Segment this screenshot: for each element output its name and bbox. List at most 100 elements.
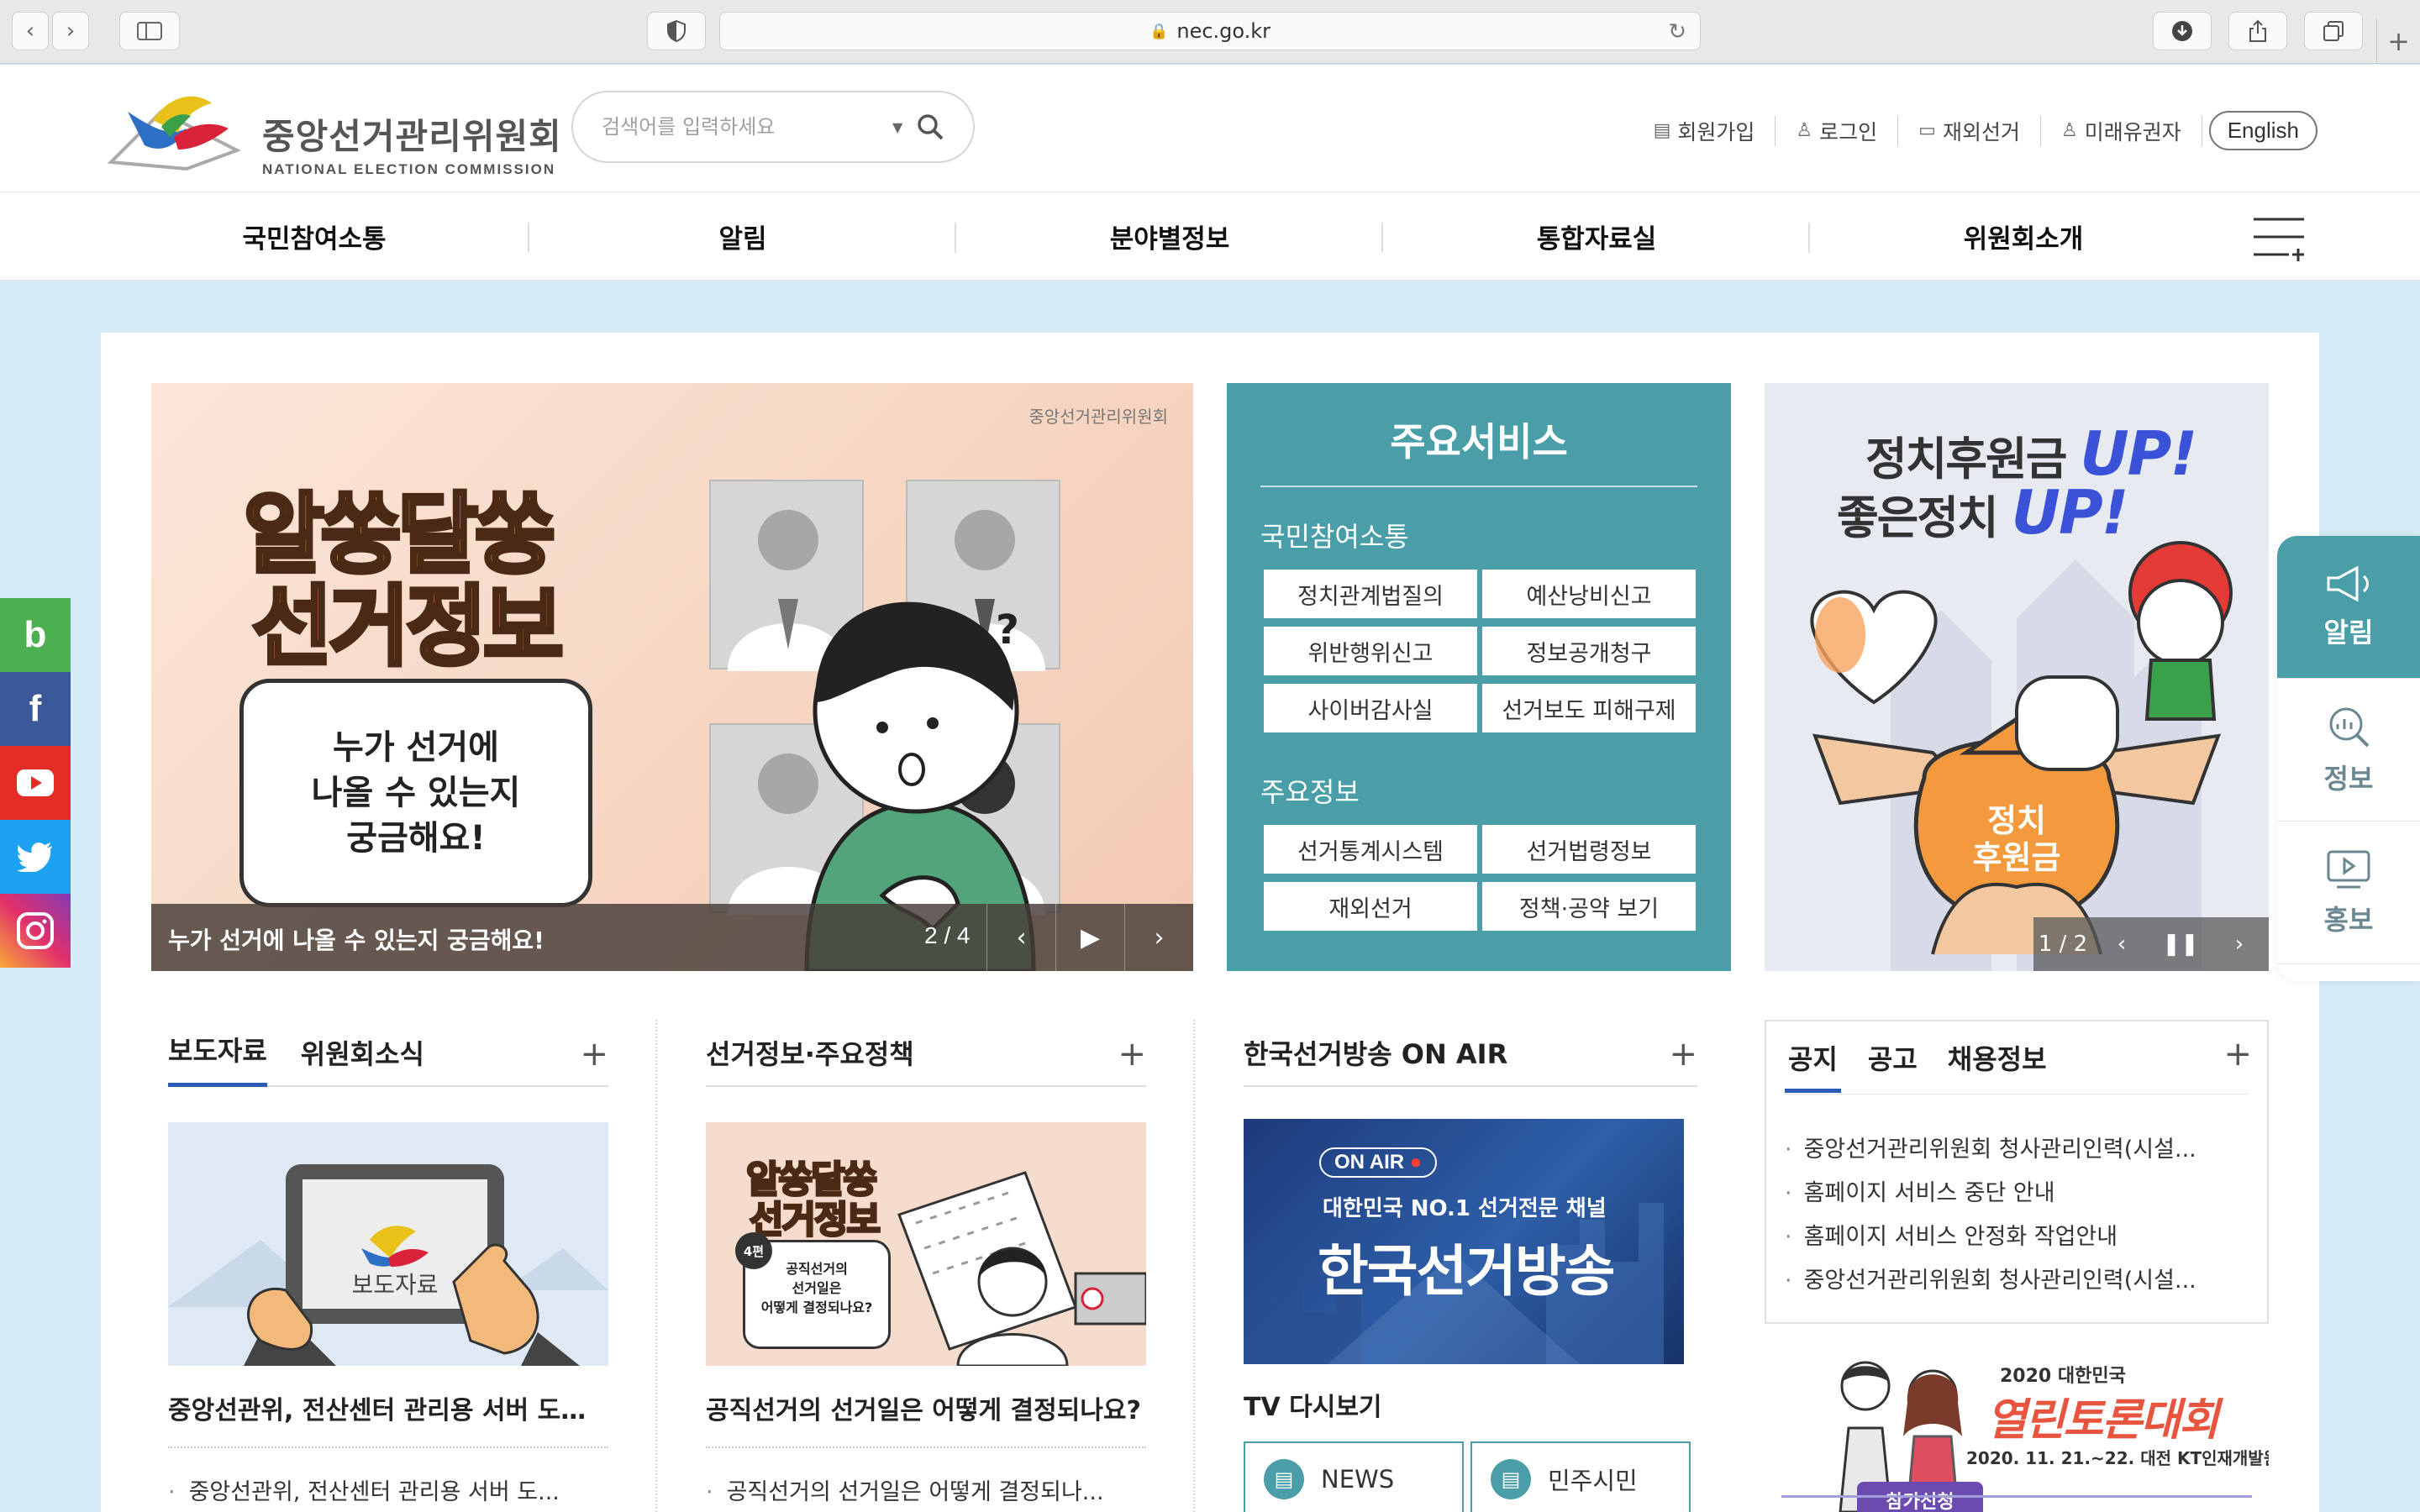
banner-play-button[interactable]: ▶ (1055, 904, 1124, 971)
nec-logo[interactable]: 중앙선거관리위원회 NATIONAL ELECTION COMMISSION (103, 78, 561, 179)
nav-field-info[interactable]: 분야별정보 (956, 192, 1383, 281)
tv-more-button[interactable]: + (1669, 1035, 1697, 1074)
english-button[interactable]: English (2208, 111, 2317, 150)
sidebar-toggle-button[interactable] (119, 12, 180, 50)
login-link[interactable]: ♙ 로그인 (1776, 115, 1899, 146)
notice-item[interactable]: · 홈페이지 서비스 중단 안내 (1785, 1174, 2238, 1207)
nav-notice[interactable]: 알림 (529, 192, 956, 281)
overseas-voting-link[interactable]: ▭ 재외선거 (1898, 115, 2041, 146)
blog-link[interactable]: b (0, 598, 71, 672)
tv-slogan: 대한민국 NO.1 선거전문 채널 (1323, 1196, 1607, 1221)
instagram-link[interactable] (0, 894, 71, 968)
service-statistics-button[interactable]: 선거통계시스템 (1264, 825, 1477, 874)
service-violation-report-button[interactable]: 위반행위신고 (1264, 627, 1477, 675)
join-link[interactable]: ▤ 회원가입 (1634, 115, 1776, 146)
logo-english-text: NATIONAL ELECTION COMMISSION (262, 161, 556, 177)
tab-election-policy[interactable]: 선거정보·주요정책 (706, 1033, 914, 1072)
policy-thumbnail[interactable]: 알쏭달쏭 선거정보 4편 공직선거의 선거일은 어떻게 결정되나요? (706, 1122, 1146, 1366)
board-divider (1193, 1020, 1195, 1512)
bullet: · (706, 1479, 713, 1505)
search-icon[interactable] (916, 113, 944, 141)
press-headline[interactable]: 중앙선관위, 전산센터 관리용 서버 도입... (168, 1389, 608, 1426)
service-pledges-button[interactable]: 정책·공약 보기 (1482, 882, 1696, 931)
nec-emblem-icon (107, 96, 241, 171)
tab-recruitment[interactable]: 채용정보 (1944, 1038, 2050, 1093)
full-menu-icon[interactable] (2252, 214, 2306, 263)
notice-item[interactable]: · 홈페이지 서비스 안정화 작업안내 (1785, 1218, 2238, 1251)
quick-info-button[interactable]: 정보 (2277, 679, 2420, 822)
youtube-link[interactable] (0, 746, 71, 820)
policy-list-item[interactable]: · 공직선거의 선거일은 어떻게 결정되나... (706, 1473, 1146, 1506)
political-fund-banner[interactable]: 정치후원금 UP! 좋은정치 UP! 정치 후원금 1 / 2 ‹ ❚❚ › (1765, 383, 2269, 971)
instagram-icon (17, 912, 54, 949)
privacy-shield-button[interactable] (647, 12, 706, 50)
tv-citizen-button[interactable]: ▤ 민주시민 (1470, 1441, 1691, 1512)
twitter-link[interactable] (0, 820, 71, 894)
services-group-main-info: 주요정보 (1260, 776, 1360, 808)
notice-item[interactable]: · 중앙선거관리위원회 청사관리인력(시설... (1785, 1262, 2238, 1294)
tabs-icon (2323, 21, 2344, 41)
tv-thumbnail[interactable]: ON AIR ● 대한민국 NO.1 선거전문 채널 한국선거방송 (1244, 1119, 1684, 1364)
quick-notice-button[interactable]: 알림 (2277, 536, 2420, 679)
press-more-button[interactable]: + (580, 1035, 608, 1074)
banner-next-button[interactable]: › (1124, 904, 1193, 971)
tab-commission-news[interactable]: 위원회소식 (301, 1033, 424, 1072)
forward-button[interactable]: › (52, 12, 89, 50)
site-header: 중앙선거관리위원회 NATIONAL ELECTION COMMISSION ▼… (0, 65, 2420, 192)
fund-banner-prev-button[interactable]: ‹ (2092, 932, 2151, 957)
bullet: · (1785, 1224, 1792, 1250)
banner-caption[interactable]: 누가 선거에 나올 수 있는지 궁금해요! (168, 922, 544, 956)
tab-tv-onair[interactable]: 한국선거방송 ON AIR (1244, 1033, 1507, 1072)
event-date: 2020. 11. 21.~22. 대전 KT인재개발원 (1966, 1448, 2269, 1468)
fund-banner-pause-button[interactable]: ❚❚ (2151, 932, 2210, 957)
debate-contest-banner[interactable]: 2020 대한민국 열린토론대회 2020. 11. 21.~22. 대전 KT… (1765, 1344, 2269, 1512)
citizen-doc-icon: ▤ (1491, 1459, 1531, 1499)
press-list-item[interactable]: · 중앙선관위, 전산센터 관리용 서버 도... (168, 1473, 608, 1506)
magnifier-chart-icon (2329, 707, 2370, 747)
tab-press-release[interactable]: 보도자료 (168, 1019, 267, 1087)
press-list-item-text: 중앙선관위, 전산센터 관리용 서버 도... (188, 1479, 560, 1505)
tab-notice[interactable]: 공지 (1785, 1038, 1841, 1093)
service-cyber-audit-button[interactable]: 사이버감사실 (1264, 684, 1477, 732)
future-voter-link[interactable]: ♙ 미래유권자 (2041, 115, 2202, 146)
fund-banner-page-indicator: 1 / 2 (2038, 932, 2088, 957)
nav-archive[interactable]: 통합자료실 (1383, 192, 1810, 281)
main-banner[interactable]: 중앙선거관리위원회 ? 알쏭달쏭 선거정보 누가 선거에 나올 수 있는지 궁금… (151, 383, 1193, 971)
back-button[interactable]: ‹ (12, 12, 49, 50)
tab-announcement[interactable]: 공고 (1865, 1038, 1921, 1093)
search-box[interactable]: ▼ (571, 91, 975, 163)
press-board-tabs: 보도자료 위원회소식 + (168, 1020, 608, 1087)
share-button[interactable] (2228, 12, 2287, 50)
press-thumbnail[interactable]: 보도자료 (168, 1122, 608, 1366)
service-law-info-button[interactable]: 선거법령정보 (1482, 825, 1696, 874)
policy-more-button[interactable]: + (1118, 1035, 1146, 1074)
quick-promo-button[interactable]: 홍보 (2277, 822, 2420, 964)
address-bar[interactable]: 🔒 nec.go.kr ↻ (719, 12, 1701, 50)
notice-item-text: 홈페이지 서비스 중단 안내 (1803, 1180, 2055, 1206)
service-overseas-voting-button[interactable]: 재외선거 (1264, 882, 1477, 931)
banner-prev-button[interactable]: ‹ (986, 904, 1055, 971)
notice-more-button[interactable]: + (2223, 1035, 2252, 1074)
reload-icon[interactable]: ↻ (1668, 19, 1686, 45)
service-press-remedy-button[interactable]: 선거보도 피해구제 (1482, 684, 1696, 732)
nav-about[interactable]: 위원회소개 (1810, 192, 2237, 281)
policy-headline[interactable]: 공직선거의 선거일은 어떻게 결정되나요? (706, 1389, 1146, 1426)
search-input[interactable] (602, 115, 887, 139)
fund-line2-up: UP! (2011, 477, 2129, 548)
quick-notice-label: 알림 (2323, 616, 2374, 648)
service-budget-waste-button[interactable]: 예산낭비신고 (1482, 570, 1696, 618)
join-label: 회원가입 (1677, 119, 1755, 144)
notice-item[interactable]: · 중앙선거관리위원회 청사관리인력(시설... (1785, 1131, 2238, 1163)
facebook-link[interactable]: f (0, 672, 71, 746)
fund-banner-next-button[interactable]: › (2210, 932, 2269, 957)
downloads-button[interactable] (2153, 12, 2212, 50)
service-law-inquiry-button[interactable]: 정치관계법질의 (1264, 570, 1477, 618)
tv-news-button[interactable]: ▤ NEWS (1244, 1441, 1464, 1512)
tabs-overview-button[interactable] (2304, 12, 2363, 50)
chevron-down-icon[interactable]: ▼ (892, 119, 902, 135)
notice-tabs: 공지 공고 채용정보 (1785, 1038, 2074, 1093)
new-tab-button[interactable]: + (2376, 18, 2420, 64)
service-info-disclosure-button[interactable]: 정보공개청구 (1482, 627, 1696, 675)
lock-icon: 🔒 (1149, 22, 1169, 40)
nav-participation[interactable]: 국민참여소통 (101, 192, 528, 281)
